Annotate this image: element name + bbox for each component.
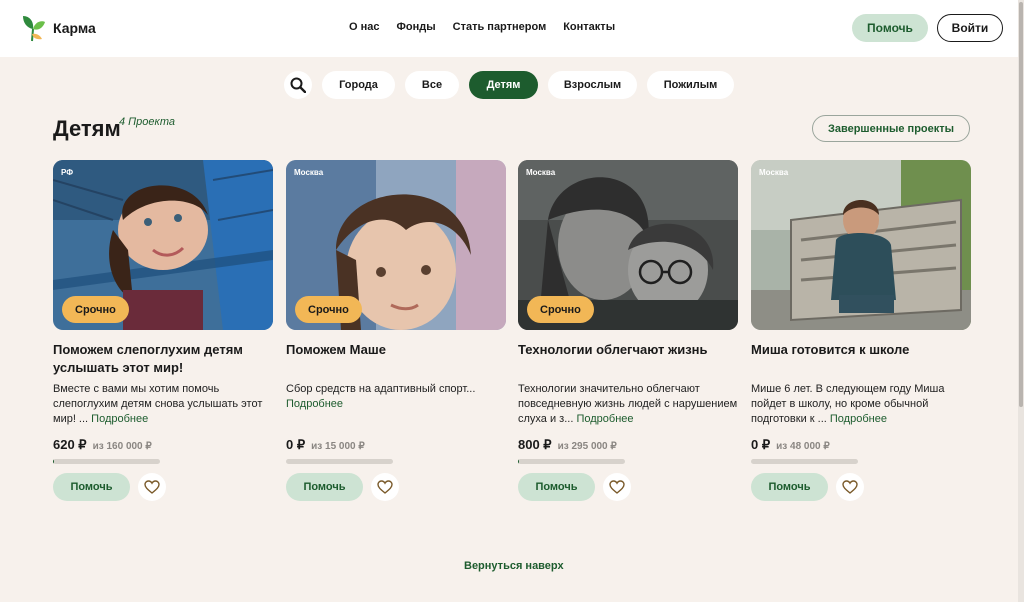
favorite-button[interactable] [371, 473, 399, 501]
filter-elderly[interactable]: Пожилым [647, 71, 734, 99]
heart-icon [609, 480, 625, 494]
urgent-badge: Срочно [62, 296, 129, 323]
site-header: Карма О нас Фонды Стать партнером Контак… [0, 0, 1018, 57]
completed-projects-button[interactable]: Завершенные проекты [812, 115, 970, 142]
region-label: Москва [294, 168, 324, 177]
nav-partner[interactable]: Стать партнером [453, 21, 547, 33]
more-link[interactable]: Подробнее [91, 413, 148, 425]
amount: 0 ₽ из 15 000 ₽ [286, 437, 365, 453]
raised-amount: 0 ₽ [286, 437, 306, 452]
urgent-badge: Срочно [527, 296, 594, 323]
region-label: Москва [526, 168, 556, 177]
project-image[interactable]: Москва Срочно [286, 160, 506, 330]
project-title[interactable]: Миша готовится к школе [751, 341, 966, 359]
favorite-button[interactable] [603, 473, 631, 501]
more-link[interactable]: Подробнее [286, 398, 343, 410]
goal-amount: из 48 000 ₽ [776, 441, 830, 452]
goal-amount: из 160 000 ₽ [92, 441, 152, 452]
goal-amount: из 15 000 ₽ [311, 441, 365, 452]
goal-amount: из 295 000 ₽ [557, 441, 617, 452]
more-link[interactable]: Подробнее [576, 413, 633, 425]
favorite-button[interactable] [138, 473, 166, 501]
project-description: Сбор средств на адаптивный спорт... Подр… [286, 382, 508, 412]
project-title[interactable]: Поможем Маше [286, 341, 501, 359]
logo[interactable]: Карма [20, 14, 96, 42]
heart-icon [144, 480, 160, 494]
search-icon [290, 77, 306, 93]
login-button[interactable]: Войти [937, 14, 1003, 42]
project-image[interactable]: Москва Срочно [518, 160, 738, 330]
help-button[interactable]: Помочь [53, 473, 130, 501]
favorite-button[interactable] [836, 473, 864, 501]
category-filters: Города Все Детям Взрослым Пожилым [284, 71, 734, 99]
help-button[interactable]: Помочь [518, 473, 595, 501]
progress-bar [53, 459, 160, 464]
scrollbar-thumb[interactable] [1019, 2, 1023, 407]
project-card: Москва Миша готовится к школе Мише 6 лет… [751, 160, 971, 501]
project-card: Москва Срочно Технологии облегчают жизнь… [518, 160, 738, 501]
search-button[interactable] [284, 71, 312, 99]
raised-amount: 800 ₽ [518, 437, 552, 452]
help-button[interactable]: Помочь [751, 473, 828, 501]
description-text: Вместе с вами мы хотим помочь слепоглухи… [53, 383, 263, 425]
back-to-top-link[interactable]: Вернуться наверх [464, 560, 564, 572]
logo-text: Карма [53, 20, 96, 36]
nav-about[interactable]: О нас [349, 21, 380, 33]
filter-children[interactable]: Детям [469, 71, 538, 99]
scrollbar[interactable] [1018, 0, 1024, 602]
main-nav: О нас Фонды Стать партнером Контакты [349, 21, 615, 33]
nav-contacts[interactable]: Контакты [563, 21, 615, 33]
more-link[interactable]: Подробнее [830, 413, 887, 425]
amount: 620 ₽ из 160 000 ₽ [53, 437, 152, 453]
project-card: Москва Срочно Поможем Маше Сбор средств … [286, 160, 506, 501]
project-title[interactable]: Поможем слепоглухим детям услышать этот … [53, 341, 268, 377]
project-description: Вместе с вами мы хотим помочь слепоглухи… [53, 382, 275, 427]
heart-icon [377, 480, 393, 494]
filter-adults[interactable]: Взрослым [548, 71, 637, 99]
filter-cities[interactable]: Города [322, 71, 395, 99]
project-title[interactable]: Технологии облегчают жизнь [518, 341, 733, 359]
region-label: Москва [759, 168, 789, 177]
project-description: Технологии значительно облегчают повседн… [518, 382, 740, 427]
region-label: РФ [61, 168, 74, 177]
raised-amount: 620 ₽ [53, 437, 87, 452]
progress-bar [286, 459, 393, 464]
leaf-logo-icon [23, 16, 45, 42]
amount: 0 ₽ из 48 000 ₽ [751, 437, 830, 453]
filter-all[interactable]: Все [405, 71, 459, 99]
progress-bar [518, 459, 625, 464]
project-image[interactable]: РФ Срочно [53, 160, 273, 330]
amount: 800 ₽ из 295 000 ₽ [518, 437, 617, 453]
project-count: 4 Проекта [119, 116, 175, 128]
project-description: Мише 6 лет. В следующем году Миша пойдет… [751, 382, 973, 427]
nav-funds[interactable]: Фонды [397, 21, 436, 33]
urgent-badge: Срочно [295, 296, 362, 323]
section-title: Детям [53, 116, 121, 141]
progress-bar [751, 459, 858, 464]
description-text: Сбор средств на адаптивный спорт... [286, 383, 476, 395]
project-card: РФ Срочно Поможем слепоглухим детям услы… [53, 160, 273, 501]
help-button[interactable]: Помочь [286, 473, 363, 501]
heart-icon [842, 480, 858, 494]
raised-amount: 0 ₽ [751, 437, 771, 452]
header-help-button[interactable]: Помочь [852, 14, 928, 42]
project-image[interactable]: Москва [751, 160, 971, 330]
